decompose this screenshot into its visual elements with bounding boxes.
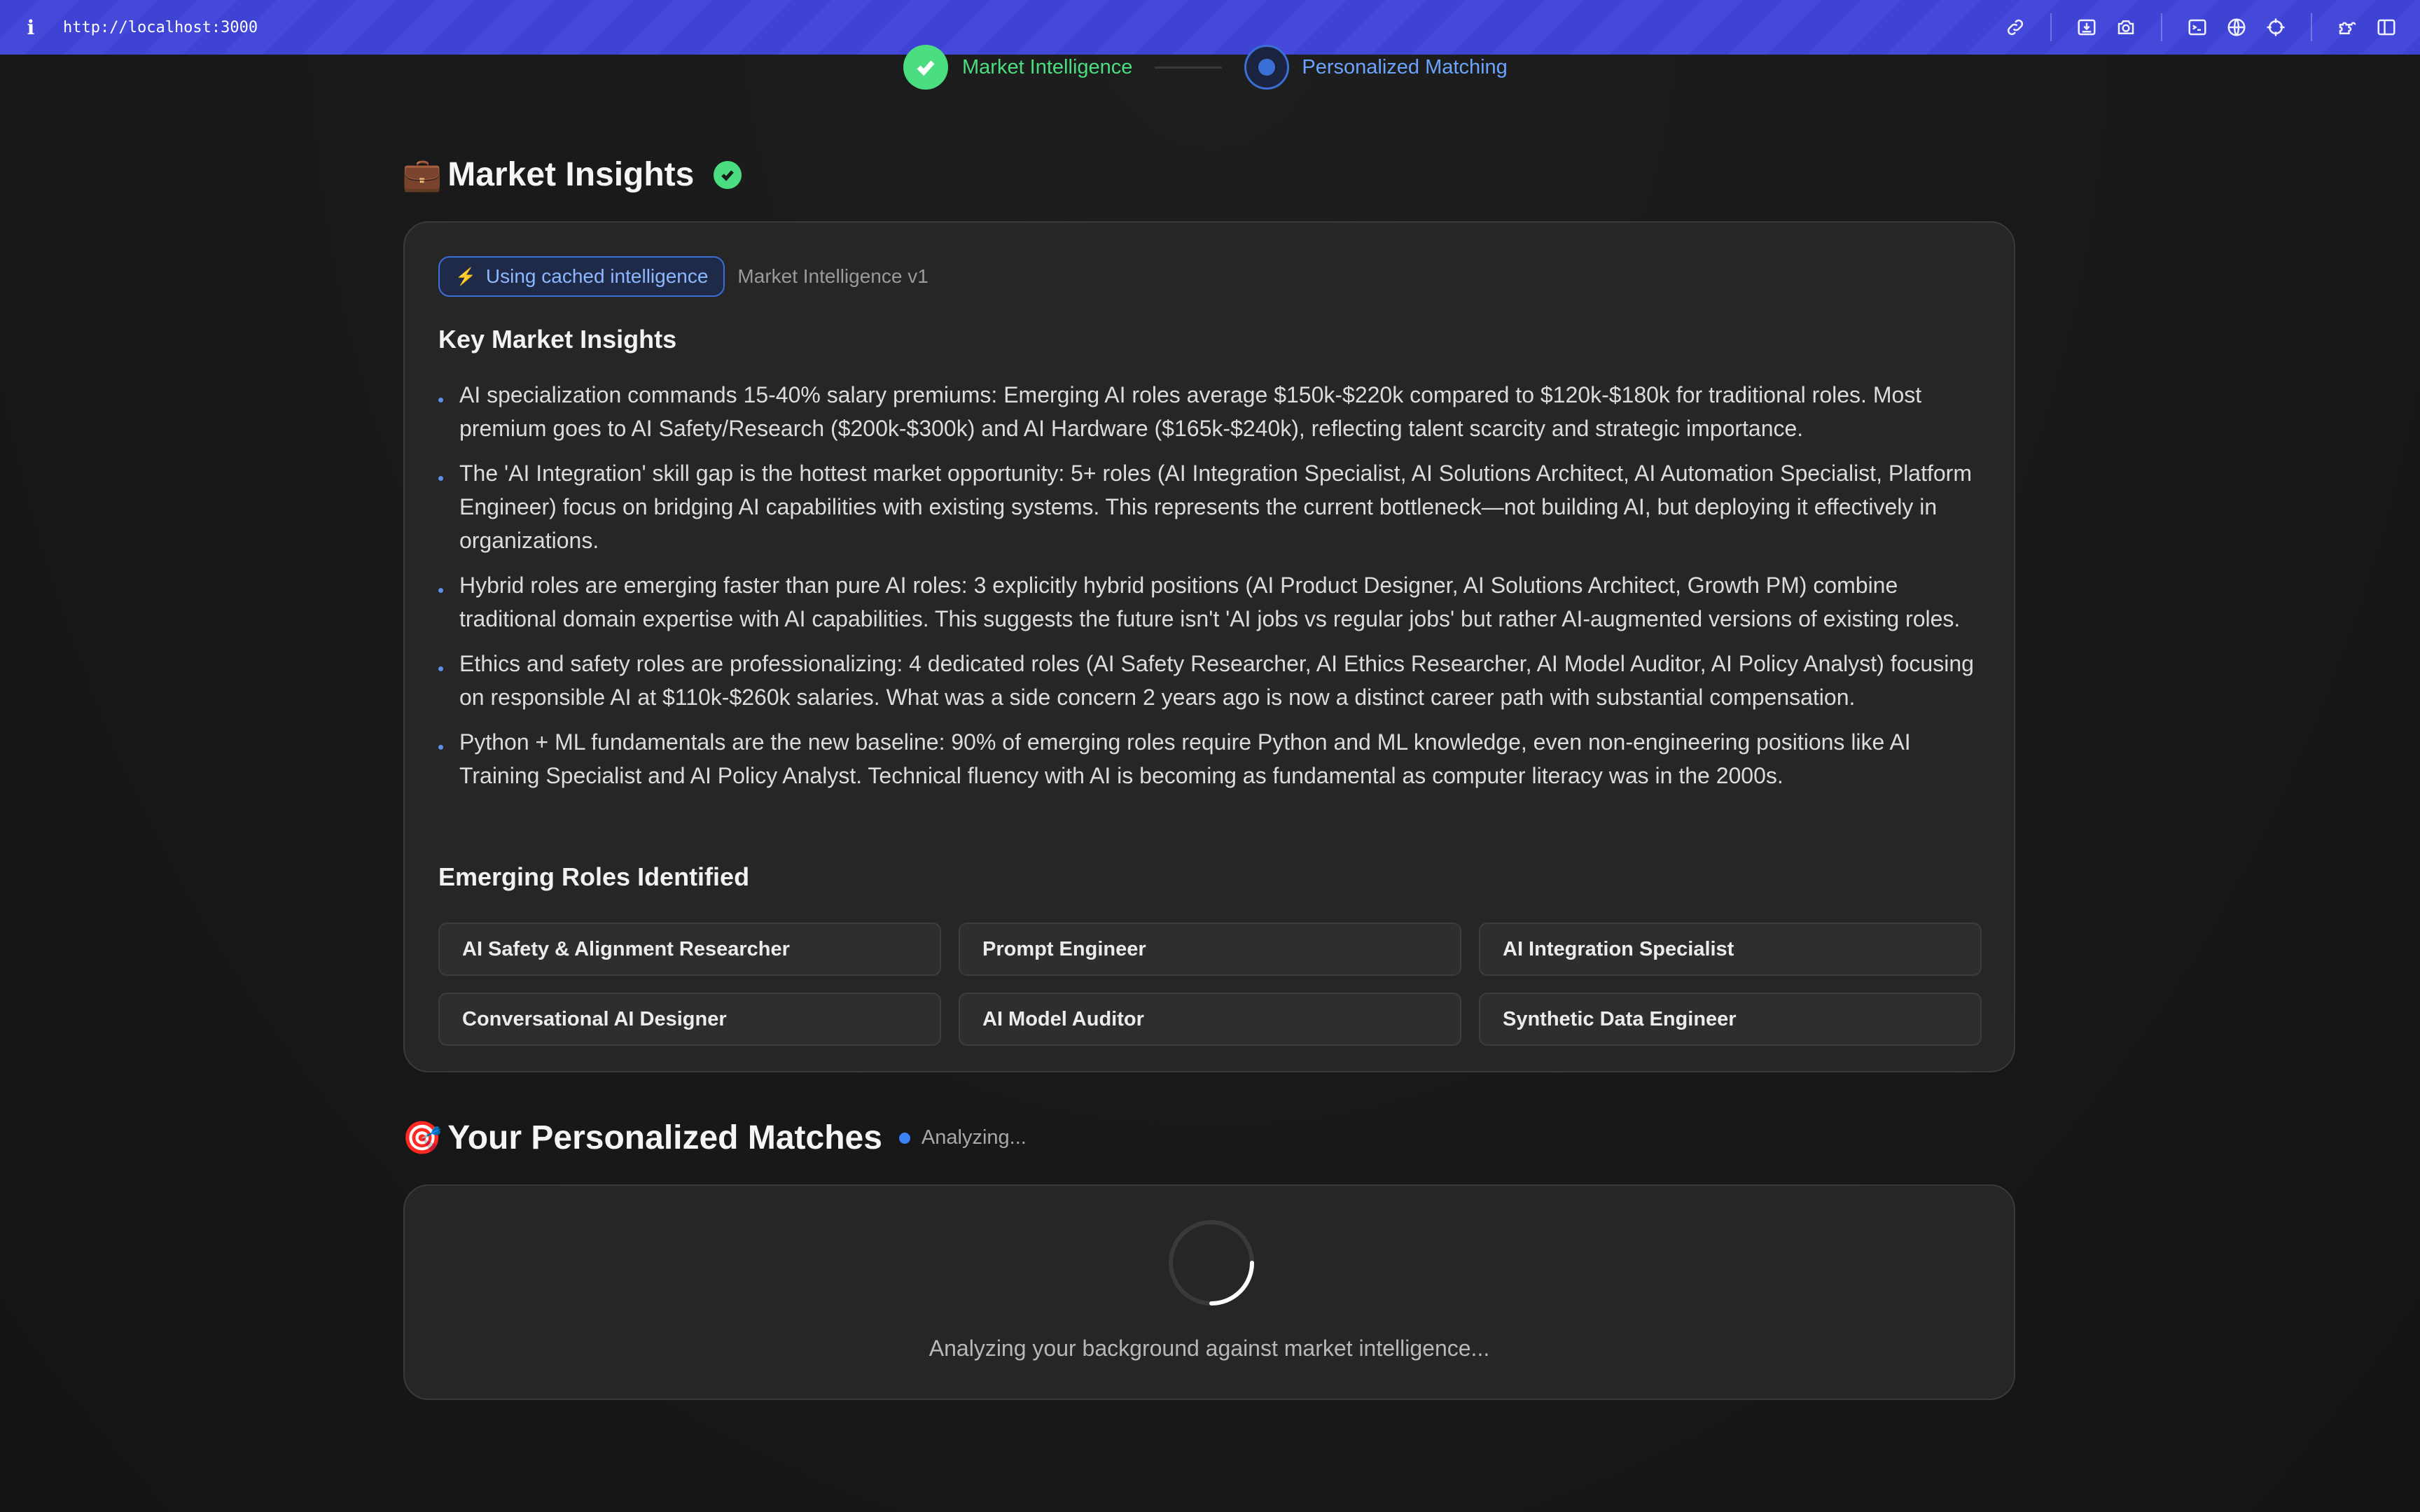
bullet-icon xyxy=(438,588,443,593)
role-chip[interactable]: Prompt Engineer xyxy=(959,923,1461,976)
bullet-icon xyxy=(438,398,443,402)
analyzing-label: Analyzing... xyxy=(921,1126,1027,1149)
bullet-icon xyxy=(438,666,443,671)
cached-intelligence-badge: ⚡ Using cached intelligence xyxy=(438,256,725,297)
role-chip[interactable]: Synthetic Data Engineer xyxy=(1479,993,1982,1046)
toolbar-actions xyxy=(1996,0,2406,55)
bullet-icon xyxy=(438,745,443,750)
role-chip[interactable]: AI Model Auditor xyxy=(959,993,1461,1046)
check-circle-icon xyxy=(714,160,742,189)
list-item: Hybrid roles are emerging faster than pu… xyxy=(438,568,1979,636)
list-item: AI specialization commands 15-40% salary… xyxy=(438,378,1979,445)
emerging-roles-title: Emerging Roles Identified xyxy=(438,862,750,891)
progress-stepper: Market Intelligence Personalized Matchin… xyxy=(903,45,1508,90)
step-complete-icon xyxy=(903,45,948,90)
toolbar-divider xyxy=(2050,13,2052,41)
key-insights-title: Key Market Insights xyxy=(438,325,677,354)
target-icon: 🎯 xyxy=(402,1119,443,1156)
loading-message: Analyzing your background against market… xyxy=(929,1336,1490,1361)
matches-loading-card: Analyzing your background against market… xyxy=(403,1184,2015,1400)
version-label: Market Intelligence v1 xyxy=(737,265,929,287)
link-icon[interactable] xyxy=(2001,13,2029,41)
market-insights-title: Market Insights xyxy=(447,156,695,193)
cache-status-row: ⚡ Using cached intelligence Market Intel… xyxy=(438,256,929,297)
market-insights-card: ⚡ Using cached intelligence Market Intel… xyxy=(403,221,2015,1072)
status-dot-icon xyxy=(898,1132,910,1144)
market-insights-heading: 💼 Market Insights xyxy=(402,155,742,194)
url-text[interactable]: http://localhost:3000 xyxy=(63,19,258,36)
crosshair-icon[interactable] xyxy=(2262,13,2290,41)
camera-icon[interactable] xyxy=(2112,13,2140,41)
toolbar-divider xyxy=(2161,13,2162,41)
list-item: The 'AI Integration' skill gap is the ho… xyxy=(438,456,1979,557)
app-root: i http://localhost:3000 Market Intellige… xyxy=(0,0,2420,1512)
emerging-roles-grid: AI Safety & Alignment Researcher Prompt … xyxy=(438,923,1982,1046)
step-personalized-matching-label: Personalized Matching xyxy=(1302,55,1508,78)
globe-icon[interactable] xyxy=(2223,13,2251,41)
role-chip[interactable]: AI Safety & Alignment Researcher xyxy=(438,923,941,976)
insights-list: AI specialization commands 15-40% salary… xyxy=(438,378,1979,804)
role-chip[interactable]: Conversational AI Designer xyxy=(438,993,941,1046)
personalized-matches-title: Your Personalized Matches xyxy=(447,1119,882,1156)
step-market-intelligence-label: Market Intelligence xyxy=(962,55,1133,78)
analyzing-status: Analyzing... xyxy=(898,1126,1027,1149)
bullet-icon xyxy=(438,476,443,481)
list-item: Ethics and safety roles are professional… xyxy=(438,647,1979,714)
role-chip[interactable]: AI Integration Specialist xyxy=(1479,923,1982,976)
cached-label: Using cached intelligence xyxy=(485,265,709,287)
extension-icon[interactable] xyxy=(2333,13,2361,41)
loading-spinner-icon xyxy=(1169,1220,1254,1306)
step-current-icon xyxy=(1244,45,1290,90)
download-icon[interactable] xyxy=(2073,13,2101,41)
toolbar-divider xyxy=(2311,13,2312,41)
list-item: Python + ML fundamentals are the new bas… xyxy=(438,725,1979,792)
sidebar-icon[interactable] xyxy=(2372,13,2400,41)
lightning-icon: ⚡ xyxy=(455,267,476,286)
terminal-icon[interactable] xyxy=(2183,13,2211,41)
info-icon[interactable]: i xyxy=(22,13,39,41)
personalized-matches-heading: 🎯 Your Personalized Matches Analyzing... xyxy=(402,1119,1027,1157)
step-connector xyxy=(1155,66,1223,69)
briefcase-icon: 💼 xyxy=(402,156,443,192)
